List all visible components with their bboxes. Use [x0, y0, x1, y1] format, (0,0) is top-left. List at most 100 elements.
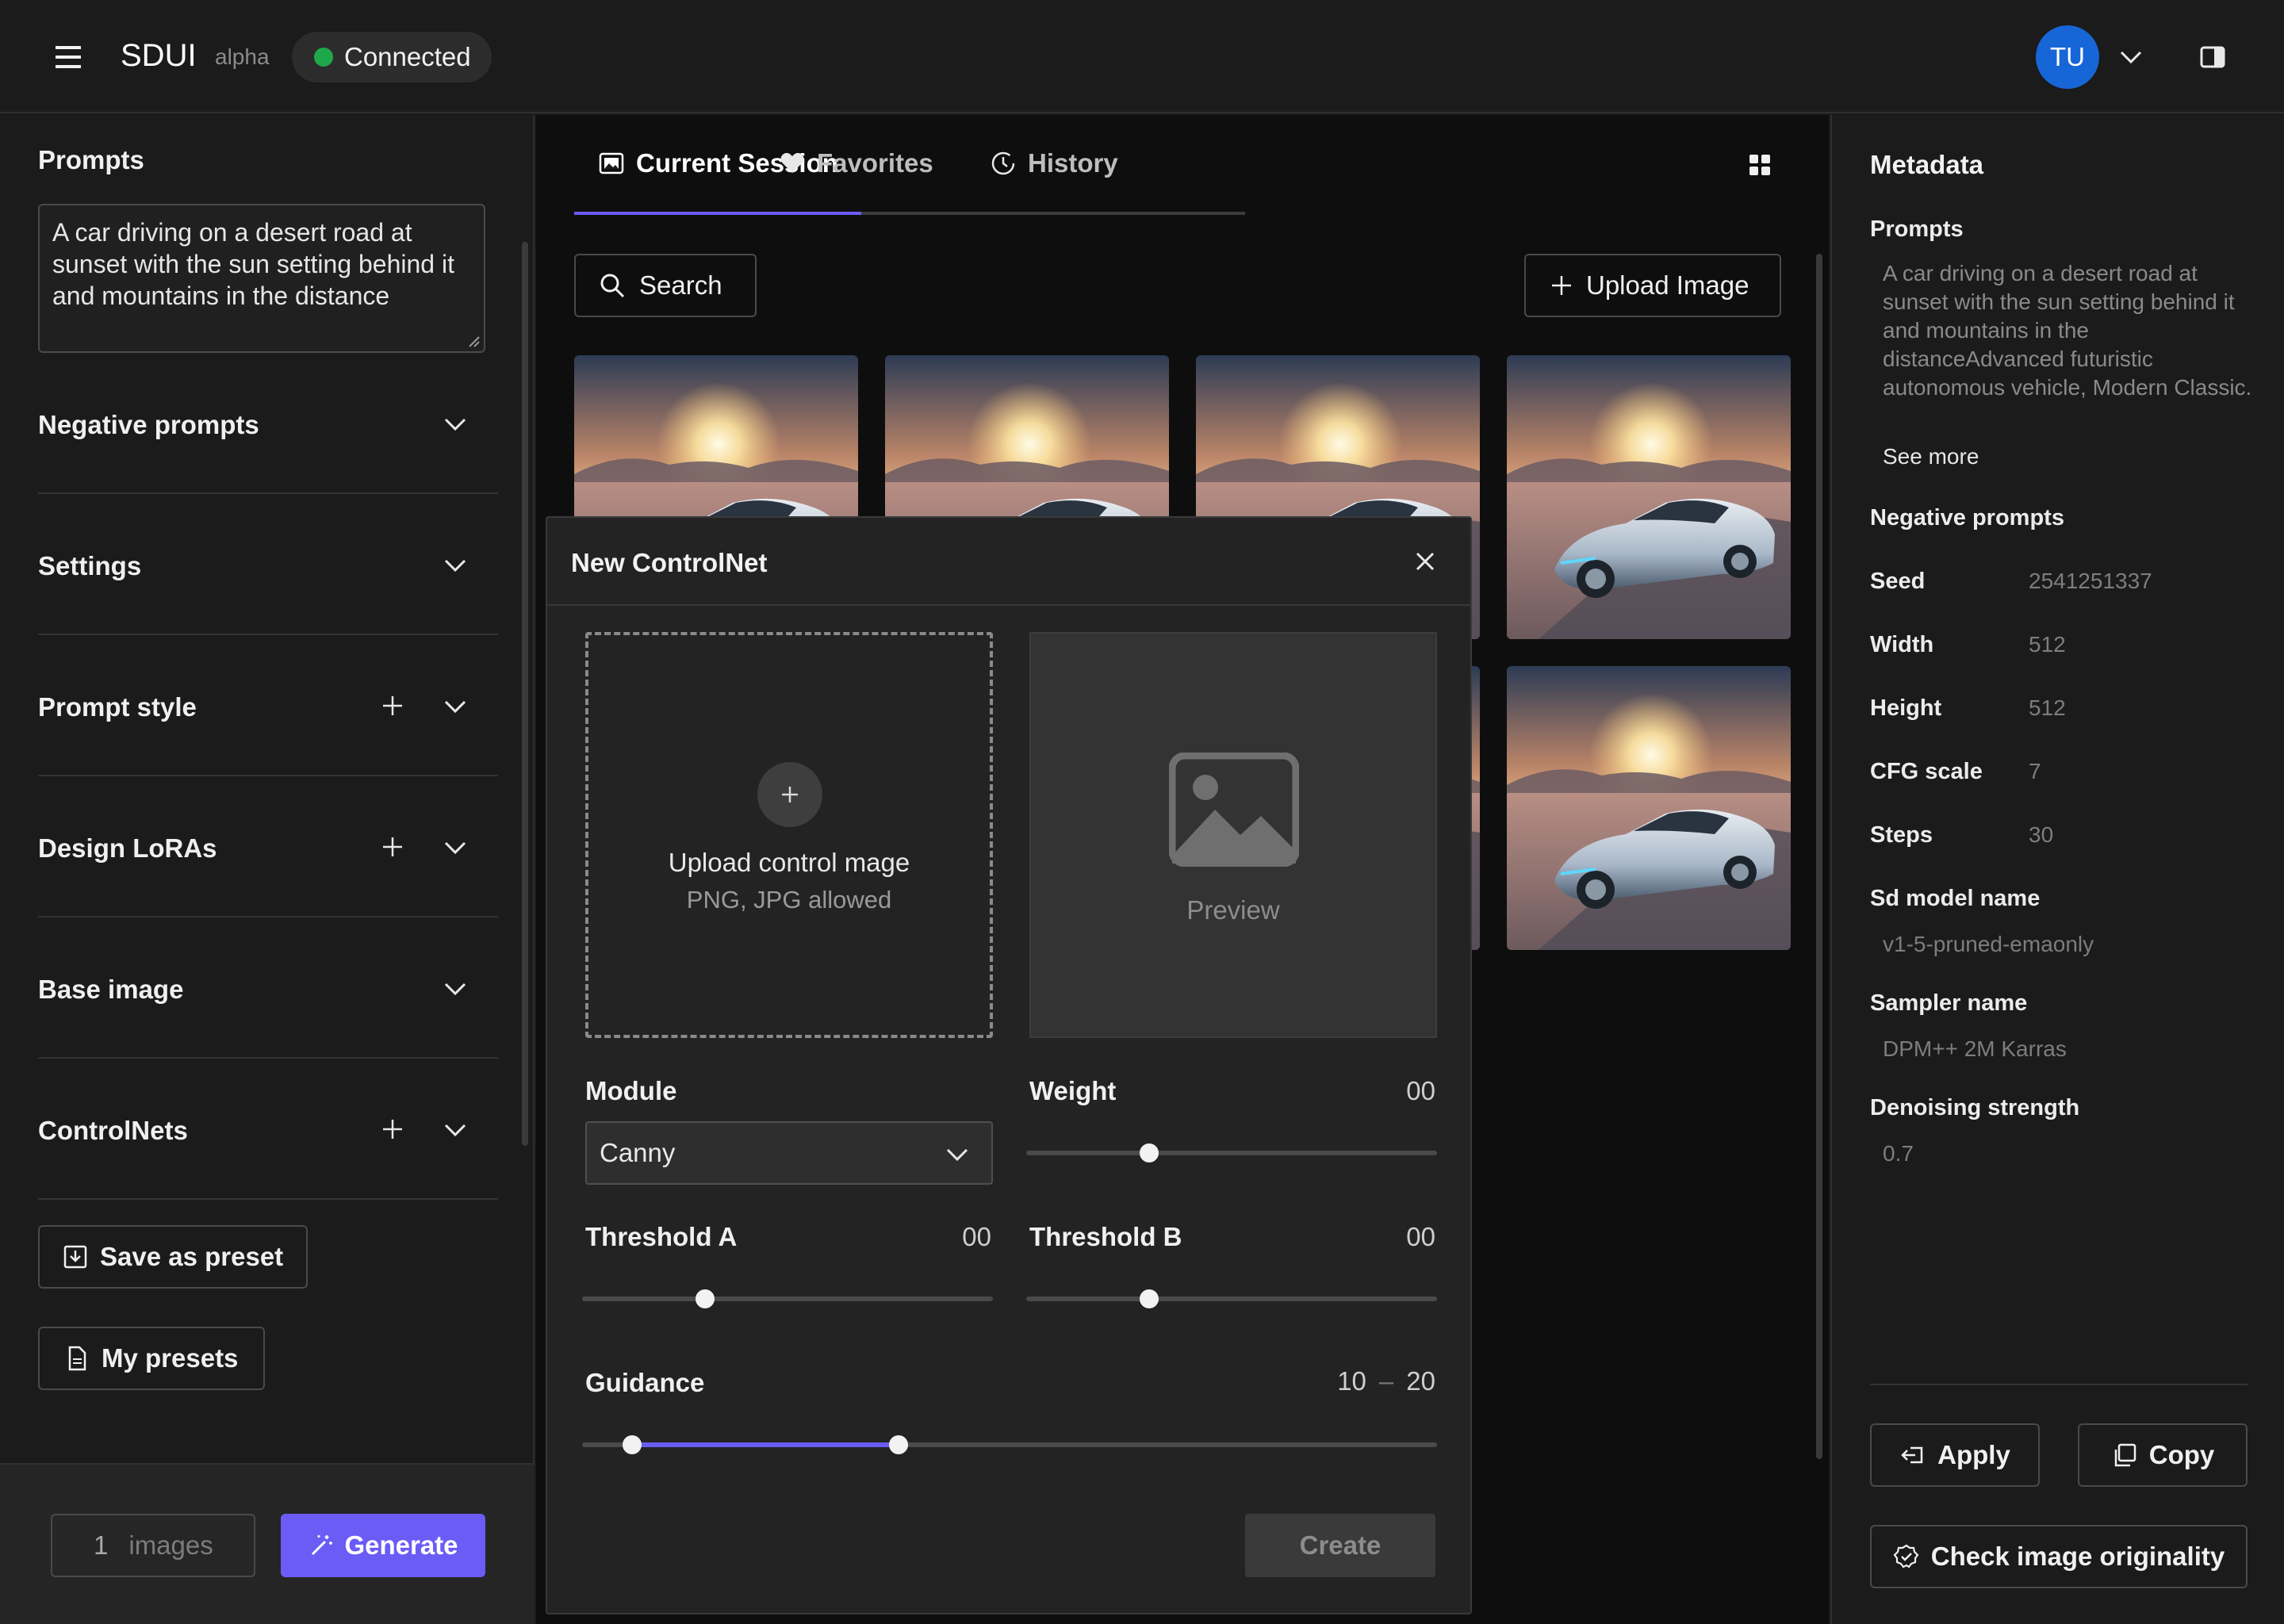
sampler-name-label: Sampler name: [1870, 990, 2028, 1016]
threshold-b-slider[interactable]: [1026, 1297, 1437, 1301]
hamburger-menu-icon[interactable]: [49, 41, 89, 73]
metadata-divider: [1870, 1384, 2248, 1385]
chevron-down-icon[interactable]: [441, 837, 469, 859]
threshold-a-slider[interactable]: [582, 1297, 993, 1301]
weight-slider-handle[interactable]: [1140, 1143, 1159, 1162]
chevron-down-icon[interactable]: [441, 978, 469, 1000]
chevron-down-icon: [946, 1148, 968, 1162]
metadata-panel: Metadata Prompts A car driving on a dese…: [1830, 115, 2284, 1624]
chevron-down-icon[interactable]: [441, 413, 469, 435]
top-bar: SDUI alpha Connected TU: [0, 0, 2284, 113]
chevron-down-icon[interactable]: [441, 1119, 469, 1141]
dialog-header: New ControlNet: [547, 518, 1470, 606]
threshold-b-slider-handle[interactable]: [1140, 1289, 1159, 1308]
apply-label: Apply: [1937, 1440, 2010, 1469]
threshold-b-value: 00: [1406, 1222, 1435, 1251]
module-select[interactable]: Canny: [585, 1121, 993, 1185]
plus-icon[interactable]: [379, 692, 406, 719]
download-icon: [63, 1245, 87, 1269]
gallery-scrollbar[interactable]: [1816, 254, 1822, 1459]
sampler-name-value: DPM++ 2M Karras: [1883, 1036, 2067, 1061]
model-name-value: v1-5-pruned-emaonly: [1883, 932, 2094, 956]
metadata-prompts-label: Prompts: [1870, 216, 1964, 242]
weight-slider[interactable]: [1026, 1151, 1437, 1155]
resize-grip-icon[interactable]: [466, 334, 481, 348]
see-more-link[interactable]: See more: [1883, 444, 1979, 469]
height-label: Height: [1870, 695, 1942, 721]
create-button[interactable]: Create: [1245, 1514, 1435, 1577]
steps-value: 30: [2029, 822, 2054, 847]
width-label: Width: [1870, 632, 1934, 657]
weight-label: Weight: [1029, 1076, 1117, 1105]
save-preset-button[interactable]: Save as preset: [38, 1225, 308, 1289]
plus-icon: [1552, 276, 1571, 295]
guidance-label: Guidance: [585, 1368, 705, 1397]
close-icon[interactable]: [1412, 548, 1439, 575]
metadata-title: Metadata: [1870, 150, 1984, 179]
section-negative-prompts[interactable]: Negative prompts: [38, 353, 498, 494]
status-dot-icon: [314, 48, 333, 67]
section-label: Prompt style: [38, 692, 197, 722]
image-count-unit: images: [128, 1530, 213, 1560]
search-button[interactable]: Search: [574, 254, 757, 317]
grid-view-icon[interactable]: [1746, 151, 1773, 178]
gallery-tabs: Current Session Favorites History: [574, 115, 1245, 215]
connection-status: Connected: [292, 32, 492, 82]
guidance-min-handle[interactable]: [622, 1435, 642, 1454]
upload-hint: PNG, JPG allowed: [686, 886, 892, 914]
denoising-value: 0.7: [1883, 1141, 1914, 1166]
preview-panel: Preview: [1029, 632, 1437, 1038]
app-logo: SDUI: [121, 38, 197, 73]
tab-favorites-label: Favorites: [817, 148, 933, 178]
module-label: Module: [585, 1076, 677, 1105]
my-presets-button[interactable]: My presets: [38, 1327, 265, 1390]
gallery-image[interactable]: [1507, 666, 1791, 950]
upload-image-label: Upload Image: [1586, 270, 1749, 300]
plus-icon[interactable]: [379, 1116, 406, 1143]
denoising-label: Denoising strength: [1870, 1095, 2080, 1120]
tab-favorites[interactable]: Favorites: [779, 148, 933, 178]
plus-icon[interactable]: [379, 833, 406, 860]
seed-value: 2541251337: [2029, 569, 2152, 593]
section-design-loras[interactable]: Design LoRAs: [38, 776, 498, 917]
verified-badge-icon: [1893, 1544, 1919, 1568]
chevron-down-icon[interactable]: [441, 695, 469, 718]
copy-label: Copy: [2148, 1440, 2215, 1469]
cfg-scale-value: 7: [2029, 759, 2041, 783]
heart-icon: [780, 152, 804, 173]
check-originality-button[interactable]: Check image originality: [1870, 1525, 2248, 1588]
section-prompt-style[interactable]: Prompt style: [38, 635, 498, 776]
section-settings[interactable]: Settings: [38, 494, 498, 635]
panel-toggle-icon[interactable]: [2198, 44, 2227, 70]
guidance-max-handle[interactable]: [888, 1435, 908, 1454]
image-count-input[interactable]: 1 images: [51, 1514, 255, 1577]
search-label: Search: [639, 270, 722, 300]
threshold-a-slider-handle[interactable]: [696, 1289, 715, 1308]
image-placeholder-icon: [1169, 753, 1299, 867]
tab-history-label: History: [1028, 148, 1118, 178]
section-controlnets[interactable]: ControlNets: [38, 1059, 498, 1200]
avatar[interactable]: TU: [2036, 25, 2099, 89]
module-value: Canny: [600, 1138, 676, 1167]
copy-button[interactable]: Copy: [2078, 1423, 2248, 1487]
upload-image-button[interactable]: Upload Image: [1524, 254, 1781, 317]
section-label: Settings: [38, 551, 142, 580]
weight-value: 00: [1406, 1076, 1435, 1105]
chevron-down-icon[interactable]: [2117, 46, 2144, 68]
gallery-image[interactable]: [1507, 355, 1791, 639]
search-icon: [600, 274, 625, 298]
section-base-image[interactable]: Base image: [38, 917, 498, 1059]
generate-bar: 1 images Generate: [0, 1463, 535, 1624]
chevron-down-icon[interactable]: [441, 554, 469, 576]
image-icon: [599, 152, 624, 174]
sidebar-scrollbar[interactable]: [522, 242, 528, 1146]
control-image-dropzone[interactable]: Upload control mage PNG, JPG allowed: [585, 632, 993, 1038]
metadata-prompts-value: A car driving on a desert road at sunset…: [1883, 261, 2252, 400]
section-label: Negative prompts: [38, 410, 259, 439]
tab-history[interactable]: History: [990, 148, 1118, 178]
preview-label: Preview: [1186, 895, 1280, 925]
generate-button[interactable]: Generate: [281, 1514, 485, 1577]
prompt-textarea[interactable]: A car driving on a desert road at sunset…: [38, 204, 485, 353]
apply-button[interactable]: Apply: [1870, 1423, 2040, 1487]
generate-label: Generate: [344, 1530, 458, 1560]
